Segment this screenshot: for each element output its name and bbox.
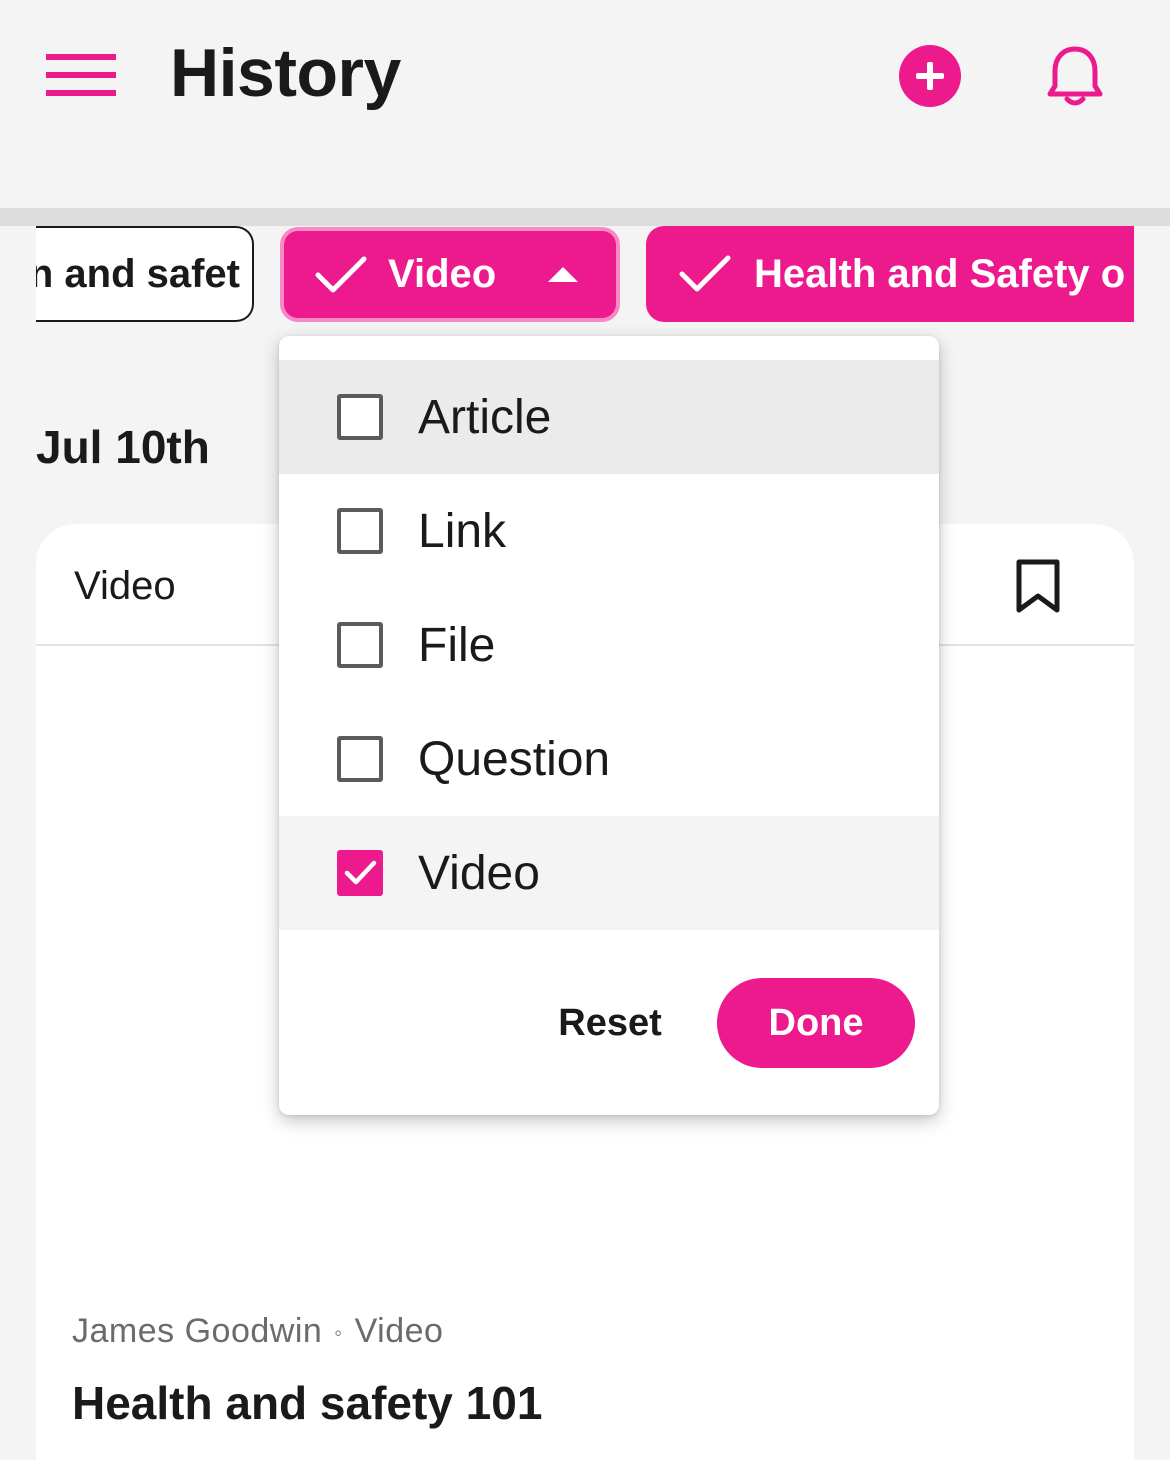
chip-label: Health and Safety o [754, 251, 1126, 296]
checkbox[interactable] [337, 508, 383, 554]
header-divider [0, 208, 1170, 226]
card-media-type: Video [354, 1312, 444, 1350]
app-header: History [0, 0, 1170, 208]
check-icon [315, 256, 367, 292]
option-article[interactable]: Article [279, 360, 939, 474]
chip-label: Video [388, 252, 497, 296]
date-heading: Jul 10th [36, 421, 210, 473]
plus-circle-icon[interactable] [899, 45, 961, 107]
card-type-label: Video [74, 564, 176, 608]
card-title[interactable]: Health and safety 101 [72, 1376, 542, 1430]
page-title: History [170, 35, 401, 111]
option-label: Article [418, 390, 552, 444]
checkbox[interactable] [337, 394, 383, 440]
check-icon [344, 860, 377, 885]
option-label: File [418, 618, 496, 672]
card-author: James Goodwin [72, 1312, 323, 1350]
caret-up-icon [548, 267, 579, 282]
option-video[interactable]: Video [279, 816, 939, 930]
option-file[interactable]: File [279, 588, 939, 702]
meta-separator: ◦ [334, 1320, 343, 1346]
bell-icon[interactable] [1046, 44, 1104, 108]
checkbox[interactable] [337, 736, 383, 782]
checkbox[interactable] [337, 622, 383, 668]
option-label: Video [418, 846, 540, 900]
content-type-dropdown: Article Link File Question Video Reset D… [279, 336, 939, 1115]
filter-chip-health-safety-partial[interactable]: n and safet [36, 226, 254, 322]
option-link[interactable]: Link [279, 474, 939, 588]
filter-chip-health-and-safety[interactable]: Health and Safety o [646, 226, 1134, 322]
chip-label: n and safet [36, 251, 240, 296]
checkbox-checked[interactable] [337, 850, 383, 896]
option-label: Question [418, 732, 611, 786]
check-icon [679, 255, 731, 292]
hamburger-menu-icon[interactable] [46, 52, 116, 100]
card-meta: James Goodwin ◦ Video [72, 1312, 443, 1351]
done-button[interactable]: Done [717, 978, 915, 1068]
option-question[interactable]: Question [279, 702, 939, 816]
filter-chip-video[interactable]: Video [280, 227, 620, 322]
reset-button[interactable]: Reset [535, 978, 685, 1068]
bookmark-icon[interactable] [1014, 558, 1062, 614]
option-label: Link [418, 504, 507, 558]
